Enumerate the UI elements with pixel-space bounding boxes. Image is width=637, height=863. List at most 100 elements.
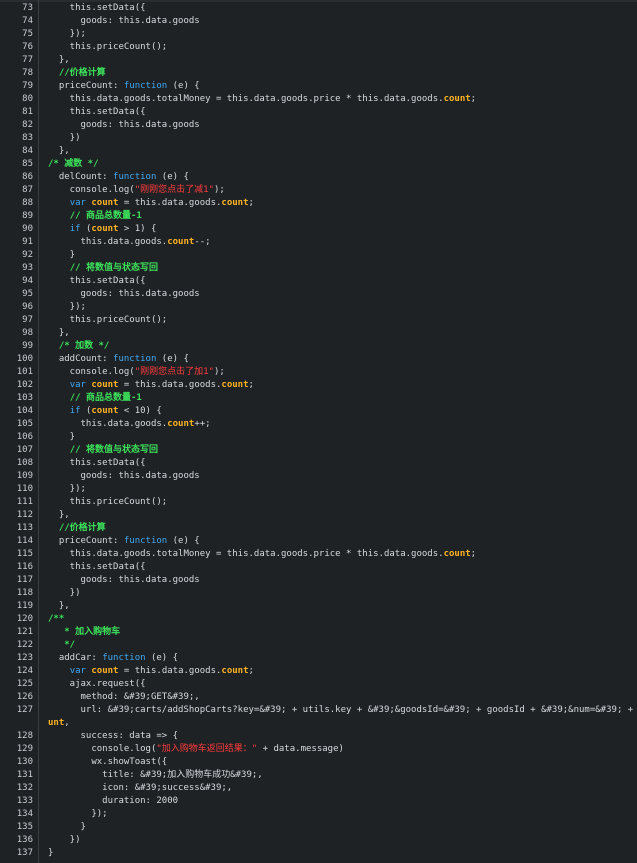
- line-text: }): [48, 834, 631, 847]
- code-line[interactable]: 75 });: [0, 28, 637, 41]
- code-line[interactable]: 86 delCount: function (e) {: [0, 171, 637, 184]
- code-line[interactable]: 81 this.setData({: [0, 106, 637, 119]
- code-line[interactable]: 74 goods: this.data.goods: [0, 15, 637, 28]
- code-line[interactable]: 120 /**: [0, 613, 637, 626]
- code-line[interactable]: 82 goods: this.data.goods: [0, 119, 637, 132]
- code-line[interactable]: 124 var count = this.data.goods.count;: [0, 665, 637, 678]
- code-token: method: &#39;GET&#39;,: [48, 692, 200, 702]
- code-line[interactable]: 133 duration: 2000: [0, 795, 637, 808]
- code-line[interactable]: 93 // 将数值与状态写回: [0, 262, 637, 275]
- code-line[interactable]: 104 if (count < 10) {: [0, 405, 637, 418]
- line-number: 74: [22, 16, 33, 26]
- line-text: //价格计算: [48, 67, 631, 80]
- line-number: 105: [16, 419, 33, 429]
- code-line[interactable]: 87 console.log("刚刚您点击了减1");: [0, 184, 637, 197]
- code-line[interactable]: 101 console.log("刚刚您点击了加1");: [0, 366, 637, 379]
- code-line[interactable]: 99 /* 加数 */: [0, 340, 637, 353]
- line-number: 89: [22, 211, 33, 221]
- line-number: 93: [22, 263, 33, 273]
- code-line[interactable]: 136 }): [0, 834, 637, 847]
- code-line[interactable]: 108 this.setData({: [0, 457, 637, 470]
- code-line[interactable]: 78 //价格计算: [0, 67, 637, 80]
- code-area[interactable]: 73 this.setData({74 goods: this.data.goo…: [0, 2, 637, 860]
- code-line[interactable]: 110 });: [0, 483, 637, 496]
- code-line[interactable]: 128 success: data => {: [0, 730, 637, 743]
- code-line[interactable]: 89 // 商品总数量-1: [0, 210, 637, 223]
- code-token: addCount:: [48, 354, 114, 364]
- code-line[interactable]: 95 goods: this.data.goods: [0, 288, 637, 301]
- code-line[interactable]: 85 /* 减数 */: [0, 158, 637, 171]
- line-text: goods: this.data.goods: [48, 15, 631, 28]
- line-text: },: [48, 54, 631, 67]
- code-token: function: [102, 653, 146, 663]
- code-line[interactable]: 119 },: [0, 600, 637, 613]
- code-token: var: [69, 198, 86, 208]
- code-line[interactable]: 97 this.priceCount();: [0, 314, 637, 327]
- code-line[interactable]: 83 }): [0, 132, 637, 145]
- code-token: );: [213, 185, 225, 195]
- code-line[interactable]: 73 this.setData({: [0, 2, 637, 15]
- code-token: = this.data.goods.: [118, 666, 222, 676]
- line-text: },: [48, 327, 631, 340]
- code-line[interactable]: 91 this.data.goods.count--;: [0, 236, 637, 249]
- code-line[interactable]: 102 var count = this.data.goods.count;: [0, 379, 637, 392]
- line-number: 95: [22, 289, 33, 299]
- code-line[interactable]: 118 }): [0, 587, 637, 600]
- code-line[interactable]: 79 priceCount: function (e) {: [0, 80, 637, 93]
- code-line[interactable]: 129 console.log("加入购物车返回结果：" + data.mess…: [0, 743, 637, 756]
- code-line[interactable]: 98 },: [0, 327, 637, 340]
- code-line[interactable]: 100 addCount: function (e) {: [0, 353, 637, 366]
- line-number: 117: [16, 575, 33, 585]
- code-line[interactable]: 109 goods: this.data.goods: [0, 470, 637, 483]
- line-number: 84: [22, 146, 33, 156]
- code-line[interactable]: unt,: [0, 717, 637, 730]
- line-text: goods: this.data.goods: [48, 119, 631, 132]
- code-token: this.priceCount();: [48, 315, 168, 325]
- code-line[interactable]: 135 }: [0, 821, 637, 834]
- code-line[interactable]: 137}: [0, 847, 637, 860]
- line-text: // 商品总数量-1: [48, 392, 631, 405]
- code-line[interactable]: 114 priceCount: function (e) {: [0, 535, 637, 548]
- code-line[interactable]: 132 icon: &#39;success&#39;,: [0, 782, 637, 795]
- code-line[interactable]: 107 // 将数值与状态写回: [0, 444, 637, 457]
- code-line[interactable]: 111 this.priceCount();: [0, 496, 637, 509]
- code-line[interactable]: 112 },: [0, 509, 637, 522]
- code-token: this.data.goods.totalMoney = this.data.g…: [48, 94, 444, 104]
- code-line[interactable]: 134 });: [0, 808, 637, 821]
- code-token: function: [113, 172, 157, 182]
- code-line[interactable]: 88 var count = this.data.goods.count;: [0, 197, 637, 210]
- code-line[interactable]: 116 this.setData({: [0, 561, 637, 574]
- code-line[interactable]: 103 // 商品总数量-1: [0, 392, 637, 405]
- line-number: 78: [22, 68, 33, 78]
- code-line[interactable]: 117 goods: this.data.goods: [0, 574, 637, 587]
- code-editor[interactable]: 73 this.setData({74 goods: this.data.goo…: [0, 0, 637, 863]
- code-line[interactable]: 122 */: [0, 639, 637, 652]
- code-line[interactable]: 127 url: &#39;carts/addShopCarts?key=&#3…: [0, 704, 637, 717]
- code-line[interactable]: 90 if (count > 1) {: [0, 223, 637, 236]
- code-line[interactable]: 130 wx.showToast({: [0, 756, 637, 769]
- code-line[interactable]: 121 * 加入购物车: [0, 626, 637, 639]
- code-line[interactable]: 123 addCar: function (e) {: [0, 652, 637, 665]
- code-line[interactable]: 113 //价格计算: [0, 522, 637, 535]
- code-token: },: [48, 146, 70, 156]
- code-line[interactable]: 77 },: [0, 54, 637, 67]
- code-token: goods: this.data.goods: [48, 16, 200, 26]
- code-line[interactable]: 80 this.data.goods.totalMoney = this.dat…: [0, 93, 637, 106]
- code-line[interactable]: 94 this.setData({: [0, 275, 637, 288]
- code-token: this.setData({: [48, 107, 146, 117]
- code-line[interactable]: 96 });: [0, 301, 637, 314]
- line-text: success: data => {: [48, 730, 631, 743]
- code-line[interactable]: 126 method: &#39;GET&#39;,: [0, 691, 637, 704]
- code-line[interactable]: 106 }: [0, 431, 637, 444]
- code-token: if: [69, 406, 81, 416]
- code-line[interactable]: 131 title: &#39;加入购物车成功&#39;,: [0, 769, 637, 782]
- code-line[interactable]: 84 },: [0, 145, 637, 158]
- code-line[interactable]: 92 }: [0, 249, 637, 262]
- code-line[interactable]: 76 this.priceCount();: [0, 41, 637, 54]
- code-line[interactable]: 125 ajax.request({: [0, 678, 637, 691]
- code-line[interactable]: 115 this.data.goods.totalMoney = this.da…: [0, 548, 637, 561]
- code-line[interactable]: 105 this.data.goods.count++;: [0, 418, 637, 431]
